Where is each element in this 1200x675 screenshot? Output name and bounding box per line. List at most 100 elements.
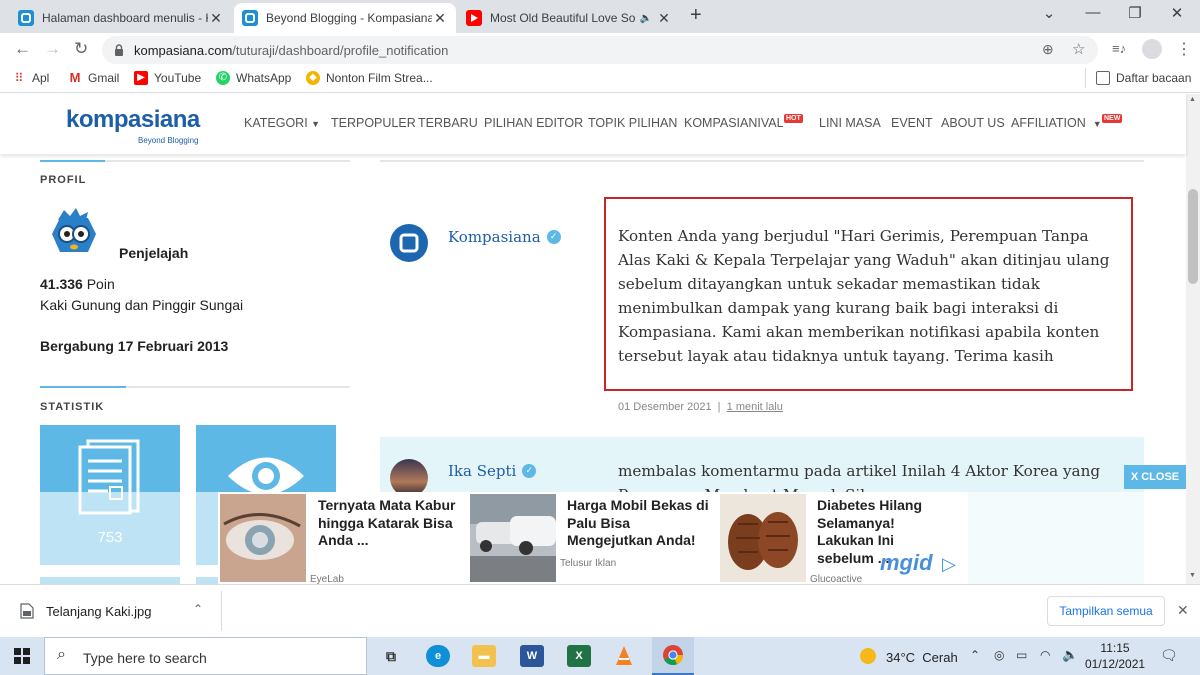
tab-youtube-song[interactable]: Most Old Beautiful Love Son 🔈 ✕ xyxy=(458,3,680,33)
media-control-icon[interactable]: ≡♪ xyxy=(1112,41,1126,56)
volume-icon[interactable]: 🔈 xyxy=(1062,647,1078,663)
ad-bar: Ternyata Mata Kabur hingga Katarak Bisa … xyxy=(0,492,1186,585)
profil-heading: PROFIL xyxy=(40,174,87,186)
caret-down-icon: ▼ xyxy=(1092,119,1102,129)
page-scrollbar[interactable]: ▲ ▼ xyxy=(1186,94,1200,584)
weather-sun-icon[interactable] xyxy=(860,648,876,664)
ad-close-button[interactable]: X CLOSE xyxy=(1124,465,1186,489)
ad-source: EyeLab xyxy=(310,574,344,585)
file-explorer-icon[interactable]: ▬ xyxy=(472,645,496,667)
profile-avatar-icon[interactable] xyxy=(1142,39,1162,59)
bookmark-youtube[interactable]: ▶ YouTube xyxy=(134,71,201,85)
mgid-logo[interactable]: mgid xyxy=(880,550,933,576)
close-tab-icon[interactable]: ✕ xyxy=(432,10,448,27)
points: 41.336 Poin xyxy=(40,276,115,292)
task-view-icon[interactable]: ⧉ xyxy=(379,645,403,667)
scroll-up-icon[interactable]: ▲ xyxy=(1189,96,1196,103)
browser-toolbar: ← → ↻ kompasiana.com/tuturaji/dashboard/… xyxy=(0,33,1200,65)
wifi-icon[interactable]: ◠ xyxy=(1040,648,1050,662)
tray-chevron-icon[interactable]: ⌃ xyxy=(970,648,980,662)
close-shelf-icon[interactable]: ✕ xyxy=(1177,602,1189,619)
ad-choices-icon[interactable]: ▷ xyxy=(942,554,956,575)
excel-icon[interactable]: X xyxy=(567,645,591,667)
search-icon: ⌕ xyxy=(57,646,66,663)
scrollbar-thumb[interactable] xyxy=(1188,189,1198,284)
weather-widget[interactable]: 34°C Cerah xyxy=(886,650,958,665)
back-icon[interactable]: ← xyxy=(14,39,31,59)
maximize-icon[interactable]: ❐ xyxy=(1120,4,1150,22)
reading-list[interactable]: Daftar bacaan xyxy=(1096,71,1191,85)
new-tab-icon[interactable]: + xyxy=(690,4,702,27)
close-tab-icon[interactable]: ✕ xyxy=(656,10,672,27)
caret-down-icon: ▼ xyxy=(311,119,321,129)
reload-icon[interactable]: ↻ xyxy=(74,39,88,59)
zoom-icon[interactable]: ⊕ xyxy=(1042,41,1054,58)
bookmark-gmail[interactable]: M Gmail xyxy=(68,70,120,86)
nav-topik-pilihan[interactable]: TOPIK PILIHAN xyxy=(588,116,677,130)
notification-sender[interactable]: Kompasiana ✓ xyxy=(448,228,561,246)
nav-terpopuler[interactable]: TERPOPULER xyxy=(331,116,416,130)
address-bar[interactable]: kompasiana.com/tuturaji/dashboard/profil… xyxy=(102,36,1098,64)
whatsapp-icon: ✆ xyxy=(216,71,230,85)
gmail-icon: M xyxy=(69,70,81,85)
vlc-icon[interactable] xyxy=(612,645,636,667)
close-tab-icon[interactable]: ✕ xyxy=(208,10,224,27)
forward-icon[interactable]: → xyxy=(44,39,61,59)
section-divider-accent xyxy=(40,160,105,162)
shelf-divider xyxy=(221,591,222,631)
bookmark-apps[interactable]: ⠿ Apl xyxy=(12,71,50,85)
chrome-taskbar-button[interactable] xyxy=(652,637,694,675)
notification-message[interactable]: Konten Anda yang berjudul "Hari Gerimis,… xyxy=(618,224,1122,368)
nav-about-us[interactable]: ABOUT US xyxy=(941,116,1005,130)
apps-grid-icon: ⠿ xyxy=(14,71,24,85)
word-icon[interactable]: W xyxy=(520,645,544,667)
nav-pilihan-editor[interactable]: PILIHAN EDITOR xyxy=(484,116,583,130)
lock-icon xyxy=(115,44,123,56)
tab-beyond-blogging[interactable]: Beyond Blogging - Kompasiana.c ✕ xyxy=(234,3,456,33)
nav-terbaru[interactable]: TERBARU xyxy=(418,116,478,130)
ad-card-diabetes[interactable]: Diabetes Hilang Selamanya! Lakukan Ini s… xyxy=(718,492,968,585)
windows-taskbar: ⌕ Type here to search ⧉ e ▬ W X 34°C Cer… xyxy=(0,637,1200,675)
penjelajah-rank-avatar-icon xyxy=(52,208,96,252)
verified-badge-icon: ✓ xyxy=(522,464,537,478)
hot-badge: HOT xyxy=(784,114,803,123)
battery-icon[interactable]: ▭ xyxy=(1016,648,1027,662)
kompasiana-avatar-icon[interactable] xyxy=(390,224,428,262)
nav-kompasianival[interactable]: KOMPASIANIVAL xyxy=(684,116,784,130)
ad-image-cars xyxy=(470,494,556,582)
kompasiana-logo[interactable]: kompasiana Beyond Blogging xyxy=(66,106,200,145)
ad-image-salak-fruit xyxy=(720,494,806,582)
tab-dashboard[interactable]: Halaman dashboard menulis - Ko ✕ xyxy=(10,3,232,33)
bookmark-whatsapp[interactable]: ✆ WhatsApp xyxy=(216,71,291,85)
kebab-menu-icon[interactable]: ⋮ xyxy=(1176,39,1192,59)
nav-lini-masa[interactable]: LINI MASA xyxy=(819,116,881,130)
bookmark-star-icon[interactable]: ☆ xyxy=(1072,40,1085,58)
ad-card-mobil-bekas[interactable]: Harga Mobil Bekas di Palu Bisa Mengejutk… xyxy=(468,492,718,584)
meet-now-icon[interactable]: ◎ xyxy=(994,648,1004,662)
nav-kategori[interactable]: KATEGORI ▼ xyxy=(244,116,320,130)
minimize-icon[interactable]: — xyxy=(1078,4,1108,21)
close-window-icon[interactable]: ✕ xyxy=(1162,4,1192,22)
edge-icon[interactable]: e xyxy=(426,645,450,667)
notification-sender[interactable]: Ika Septi ✓ xyxy=(448,462,537,480)
ad-source: Glucoactive xyxy=(810,574,863,585)
profile-bio: Kaki Gunung dan Pinggir Sungai xyxy=(40,297,244,313)
bookmark-nonton-film[interactable]: ◆ Nonton Film Strea... xyxy=(306,71,433,85)
windows-start-icon[interactable] xyxy=(14,648,30,664)
tab-search-chevron-icon[interactable]: ⌄ xyxy=(1034,4,1064,22)
nav-event[interactable]: EVENT xyxy=(891,116,933,130)
search-placeholder: Type here to search xyxy=(83,650,207,666)
nav-affiliation[interactable]: AFFILIATION ▼ xyxy=(1011,116,1102,130)
notifications-icon[interactable]: 🗨 xyxy=(1160,647,1178,664)
reading-list-icon xyxy=(1096,71,1110,85)
ad-card-eyelab[interactable]: Ternyata Mata Kabur hingga Katarak Bisa … xyxy=(218,492,468,585)
speaker-icon[interactable]: 🔈 xyxy=(640,13,652,24)
show-all-downloads-button[interactable]: Tampilkan semua xyxy=(1047,596,1165,626)
verified-badge-icon: ✓ xyxy=(546,230,561,244)
scroll-down-icon[interactable]: ▼ xyxy=(1189,572,1196,579)
download-filename[interactable]: Telanjang Kaki.jpg xyxy=(46,604,152,619)
taskbar-search-box[interactable]: ⌕ Type here to search xyxy=(44,637,367,675)
download-shelf: Telanjang Kaki.jpg ⌃ Tampilkan semua ✕ xyxy=(0,584,1200,637)
download-chevron-up-icon[interactable]: ⌃ xyxy=(193,602,203,616)
system-clock[interactable]: 11:15 01/12/2021 xyxy=(1085,640,1145,672)
